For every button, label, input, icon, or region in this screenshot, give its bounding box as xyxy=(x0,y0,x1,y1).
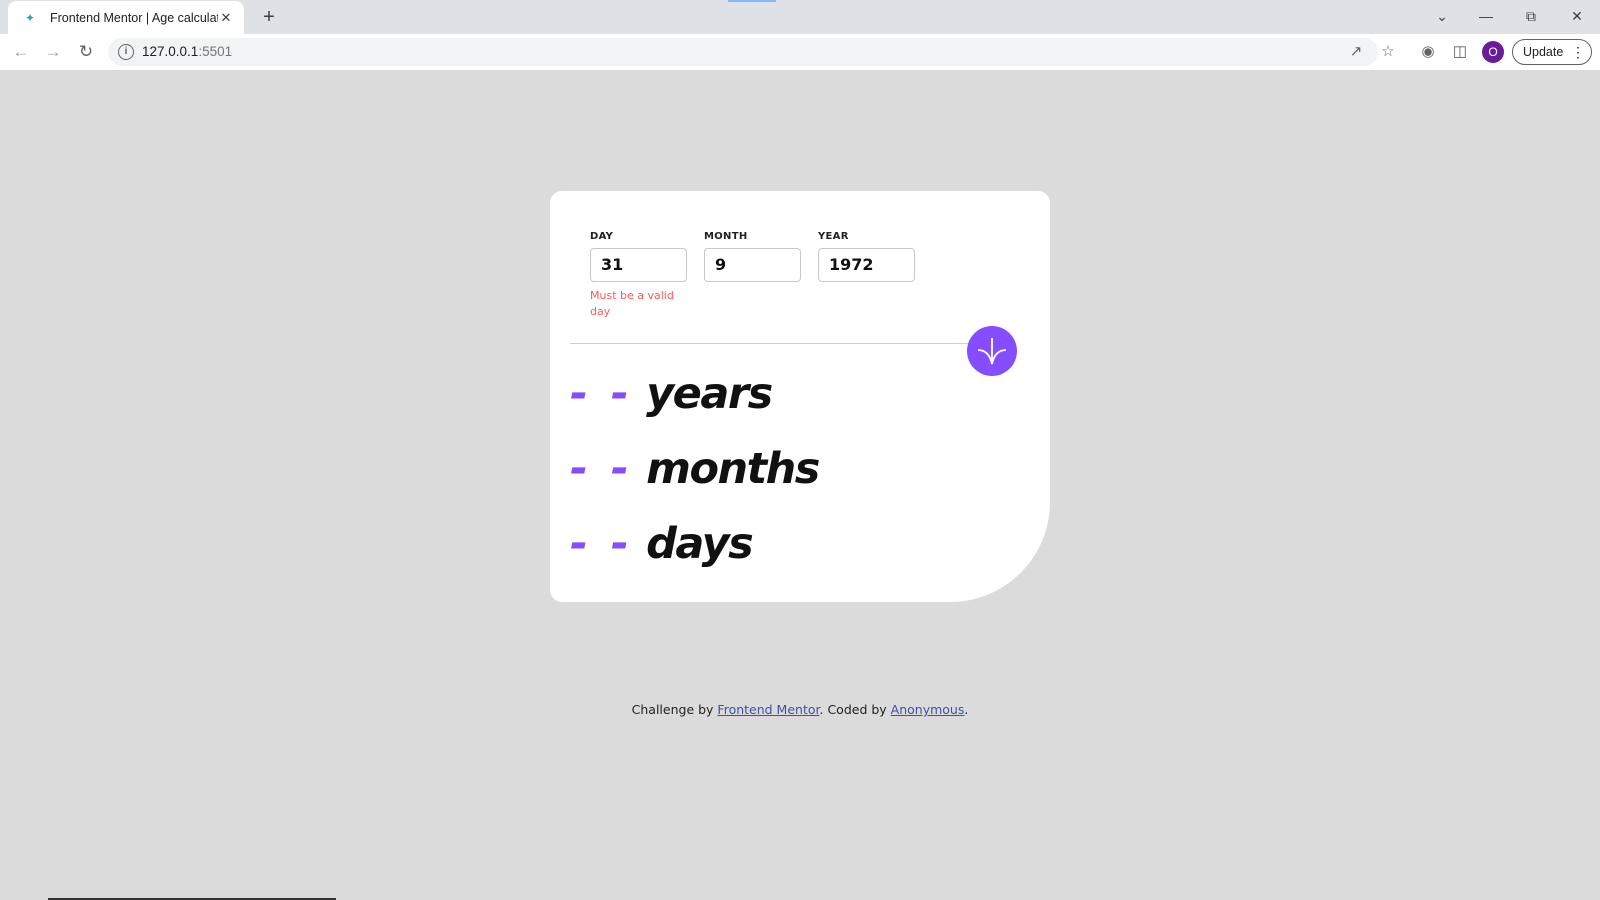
sidepanel-icon[interactable]: ◫ xyxy=(1450,42,1470,62)
browser-tab[interactable]: ✦ Frontend Mentor | Age calculator ✕ xyxy=(8,1,244,34)
reload-icon[interactable]: ↻ xyxy=(74,40,98,64)
address-bar[interactable]: i 127.0.0.1:5501 xyxy=(108,38,1378,66)
years-value: - - xyxy=(570,369,633,419)
year-field: YEAR 1972 xyxy=(818,231,915,282)
url-port: :5501 xyxy=(198,44,233,59)
url-host: 127.0.0.1 xyxy=(142,44,199,59)
year-label: YEAR xyxy=(818,231,849,242)
update-label: Update xyxy=(1523,45,1564,59)
submit-button[interactable] xyxy=(967,326,1017,376)
new-tab-icon[interactable]: + xyxy=(258,6,280,28)
year-input[interactable]: 1972 xyxy=(818,248,915,282)
years-unit: years xyxy=(646,369,773,419)
days-value: - - xyxy=(570,519,633,569)
attribution-prefix: Challenge by xyxy=(631,702,718,717)
minimize-icon[interactable]: — xyxy=(1474,4,1498,28)
restore-icon[interactable]: ⧉ xyxy=(1519,4,1543,28)
month-input[interactable]: 9 xyxy=(704,248,801,282)
month-label: MONTH xyxy=(704,231,748,242)
day-label: DAY xyxy=(590,231,614,242)
forward-icon[interactable]: → xyxy=(41,40,65,64)
attribution-suffix: . xyxy=(964,702,969,717)
close-icon[interactable]: ✕ xyxy=(1565,4,1589,28)
back-icon[interactable]: ← xyxy=(9,40,33,64)
attribution-middle: . Coded by xyxy=(819,702,891,717)
update-button[interactable]: Update ⋮ xyxy=(1512,39,1592,65)
tab-strip: ✦ Frontend Mentor | Age calculator ✕ + ⌄… xyxy=(0,0,1600,34)
url-text: 127.0.0.1:5501 xyxy=(142,38,232,66)
favicon-icon: ✦ xyxy=(24,10,36,25)
tab-strip-indicator xyxy=(728,0,776,2)
day-input[interactable]: 31 xyxy=(590,248,687,282)
tab-title: Frontend Mentor | Age calculator xyxy=(50,10,218,25)
tab-search-icon[interactable]: ⌄ xyxy=(1430,4,1454,28)
divider xyxy=(570,343,988,344)
months-value: - - xyxy=(570,444,633,494)
days-unit: days xyxy=(646,519,754,569)
star-icon[interactable]: ☆ xyxy=(1378,42,1398,62)
share-icon[interactable]: ↗ xyxy=(1346,42,1366,62)
months-unit: months xyxy=(646,444,820,494)
months-result: - - months xyxy=(570,444,820,494)
years-result: - - years xyxy=(570,369,773,419)
frontend-mentor-link[interactable]: Frontend Mentor xyxy=(717,702,819,717)
browser-toolbar: ← → ↻ i 127.0.0.1:5501 ↗ ☆ ◉ ◫ xyxy=(0,34,1600,70)
days-result: - - days xyxy=(570,519,754,569)
author-link[interactable]: Anonymous xyxy=(891,702,965,717)
day-field: DAY 31 Must be a valid day xyxy=(590,231,687,320)
attribution: Challenge by Frontend Mentor. Coded by A… xyxy=(0,702,1600,717)
info-icon[interactable]: i xyxy=(118,44,134,60)
tab-close-icon[interactable]: ✕ xyxy=(218,10,234,26)
profile-avatar[interactable]: O xyxy=(1482,41,1504,63)
arrow-down-icon xyxy=(977,338,1007,365)
day-error-message: Must be a valid day xyxy=(590,289,674,318)
month-field: MONTH 9 xyxy=(704,231,801,282)
menu-dots-icon[interactable]: ⋮ xyxy=(1571,40,1585,64)
extensions-icon[interactable]: ◉ xyxy=(1418,42,1438,62)
age-calculator-card: DAY 31 Must be a valid day MONTH 9 YEAR … xyxy=(550,191,1050,602)
